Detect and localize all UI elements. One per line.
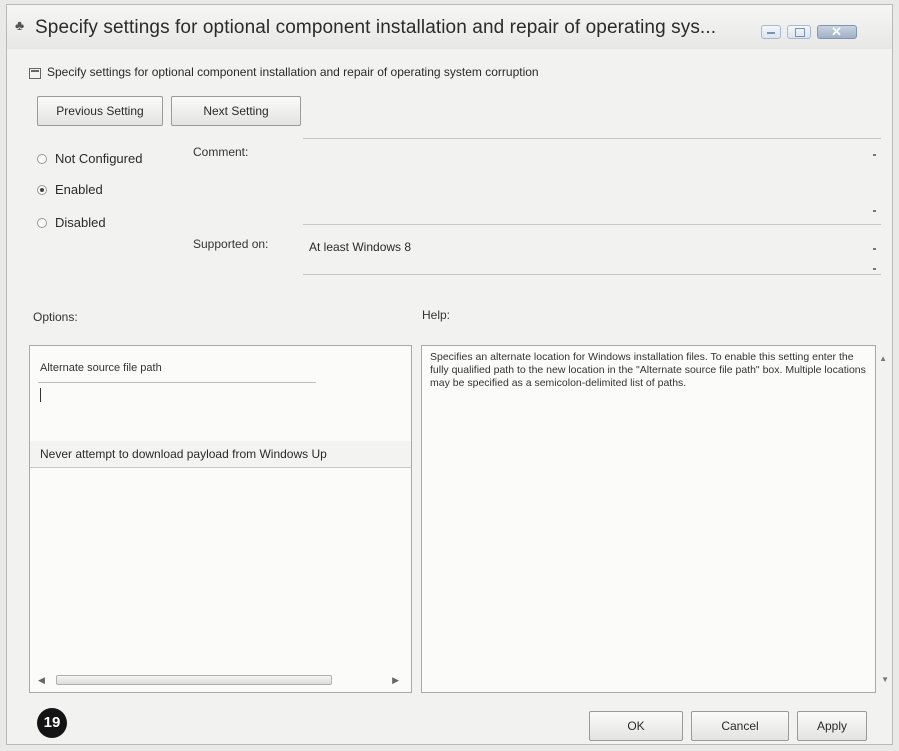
comment-scroll-up-icon[interactable] (873, 154, 876, 156)
scrollbar-thumb[interactable] (56, 675, 332, 685)
alternate-source-label: Alternate source file path (40, 362, 162, 374)
radio-enabled[interactable]: Enabled (37, 182, 103, 197)
comment-scroll-down-icon[interactable] (873, 210, 876, 212)
radio-label: Enabled (55, 182, 103, 197)
window-title: Specify settings for optional component … (35, 17, 717, 38)
next-setting-button[interactable]: Next Setting (171, 96, 301, 126)
setting-icon (29, 68, 41, 79)
maximize-icon[interactable] (787, 25, 811, 39)
radio-disabled[interactable]: Disabled (37, 215, 106, 230)
step-number-badge: 19 (37, 708, 67, 738)
help-panel: Specifies an alternate location for Wind… (421, 345, 889, 693)
ok-button[interactable]: OK (589, 711, 683, 741)
scroll-down-icon[interactable]: ▼ (881, 675, 889, 684)
options-heading: Options: (33, 310, 78, 324)
comment-field[interactable] (303, 224, 881, 225)
never-download-option[interactable]: Never attempt to download payload from W… (30, 441, 411, 468)
radio-label: Not Configured (55, 151, 143, 166)
scroll-left-icon[interactable]: ◀ (38, 674, 45, 686)
alternate-source-input[interactable] (38, 382, 316, 406)
supported-scroll-down-icon[interactable] (873, 268, 876, 270)
text-cursor (40, 388, 41, 402)
close-icon[interactable] (817, 24, 857, 40)
comment-field-top-border (303, 138, 881, 139)
previous-setting-button[interactable]: Previous Setting (37, 96, 163, 126)
title-bar[interactable]: ♣ Specify settings for optional componen… (7, 5, 892, 49)
scroll-up-icon[interactable]: ▲ (879, 354, 887, 363)
supported-on-value: At least Windows 8 (309, 240, 412, 254)
policy-icon: ♣ (15, 17, 25, 33)
comment-label: Comment: (193, 145, 249, 159)
apply-button[interactable]: Apply (797, 711, 867, 741)
supported-on-label: Supported on: (193, 237, 269, 251)
radio-label: Disabled (55, 215, 106, 230)
minimize-icon[interactable] (761, 25, 781, 39)
scroll-right-icon[interactable]: ▶ (392, 674, 399, 686)
setting-subtitle: Specify settings for optional component … (47, 65, 539, 79)
radio-circle[interactable] (37, 185, 47, 195)
radio-circle[interactable] (37, 154, 47, 164)
help-text: Specifies an alternate location for Wind… (430, 351, 866, 389)
radio-not-configured[interactable]: Not Configured (37, 151, 142, 166)
policy-settings-window: ♣ Specify settings for optional componen… (6, 4, 893, 745)
help-heading: Help: (422, 308, 451, 322)
options-panel: Alternate source file path Never attempt… (29, 345, 412, 693)
cancel-button[interactable]: Cancel (691, 711, 789, 741)
supported-on-field-border (303, 274, 881, 275)
radio-circle[interactable] (37, 218, 47, 228)
options-horizontal-scrollbar[interactable]: ◀ ▶ (36, 674, 401, 686)
supported-scroll-up-icon[interactable] (873, 248, 876, 250)
